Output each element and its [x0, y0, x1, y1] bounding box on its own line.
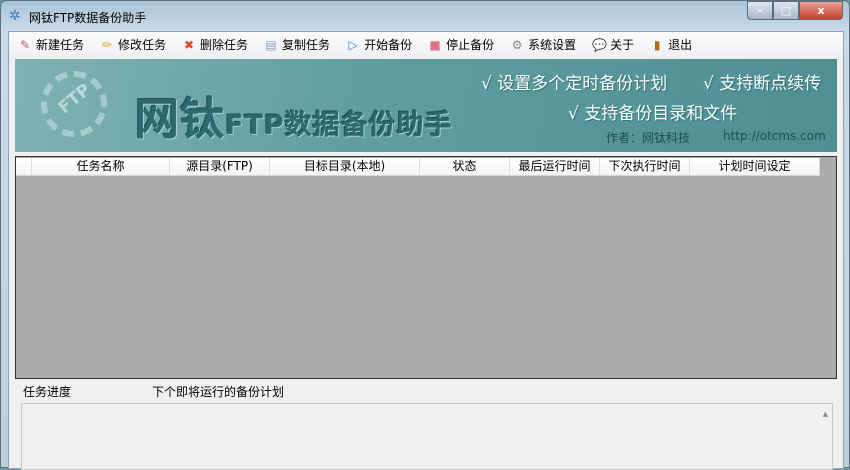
progress-panel: ▲: [21, 403, 833, 470]
toolbar-label: 新建任务: [36, 38, 85, 52]
toolbar-button-7[interactable]: 💬 关于: [592, 36, 634, 53]
toolbar-label: 关于: [610, 38, 635, 52]
banner: FTP 网钛FTP数据备份助手 √ 设置多个定时备份计划 √ 支持断点续传 √ …: [15, 59, 837, 152]
app-window: ✲ 网钛FTP数据备份助手 – □ x ✎ 新建任务 ✏ 修改任务 ✖ 删除任务 ▤ 复制任务…: [0, 0, 850, 470]
title-bar[interactable]: ✲ 网钛FTP数据备份助手 – □ x: [1, 1, 850, 31]
column-header[interactable]: 计划时间设定: [690, 158, 820, 175]
feature-1: √ 设置多个定时备份计划: [481, 74, 668, 94]
close-button[interactable]: x: [799, 1, 843, 20]
app-icon: ✲: [9, 8, 21, 24]
play-icon: ▷: [348, 37, 358, 52]
banner-title-sub: FTP数据备份助手: [225, 110, 453, 141]
banner-title: 网钛FTP数据备份助手: [135, 83, 453, 147]
toolbar-label: 开始备份: [364, 38, 413, 52]
toolbar-button-0[interactable]: ✎ 新建任务: [18, 36, 84, 53]
column-header[interactable]: 下次执行时间: [600, 158, 690, 175]
tab-next-backup-plan[interactable]: 下个即将运行的备份计划: [152, 383, 284, 400]
column-header[interactable]: 目标目录(本地): [270, 158, 420, 175]
column-header[interactable]: 最后运行时间: [510, 158, 600, 175]
website-url[interactable]: http://otcms.com: [723, 129, 826, 143]
door-icon: ▮: [653, 37, 661, 52]
minimize-button[interactable]: –: [747, 1, 773, 20]
toolbar-button-2[interactable]: ✖ 删除任务: [182, 36, 248, 53]
chat-icon: 💬: [592, 37, 608, 52]
toolbar-label: 系统设置: [528, 38, 577, 52]
feature-2: √ 支持断点续传: [703, 74, 822, 94]
column-header[interactable]: 源目录(FTP): [170, 158, 270, 175]
copy-icon: ▤: [265, 37, 277, 52]
gear-icon: ⚙: [511, 37, 523, 52]
pencil-icon: ✏: [101, 37, 113, 52]
column-header[interactable]: 状态: [420, 158, 510, 175]
banner-title-main: 网钛: [135, 94, 225, 145]
toolbar-label: 复制任务: [282, 38, 331, 52]
toolbar-button-1[interactable]: ✏ 修改任务: [100, 36, 166, 53]
ftp-gear-logo: FTP: [41, 71, 107, 137]
task-list-header: 任务名称 源目录(FTP) 目标目录(本地) 状态 最后运行时间 下次执行时间 计划时间设定: [16, 158, 820, 176]
task-list[interactable]: 任务名称 源目录(FTP) 目标目录(本地) 状态 最后运行时间 下次执行时间 计划时间设定: [15, 156, 837, 379]
toolbar-label: 退出: [668, 38, 693, 52]
author: 作者：网钛科技: [606, 131, 691, 145]
maximize-button[interactable]: □: [773, 1, 799, 20]
window-title: 网钛FTP数据备份助手: [29, 11, 147, 25]
stop-icon: ■: [429, 37, 441, 52]
toolbar: ✎ 新建任务 ✏ 修改任务 ✖ 删除任务 ▤ 复制任务 ▷ 开始备份 ■ 停止备份 ⚙ 系统设置 💬 关于 ▮ 退…: [9, 32, 843, 57]
toolbar-label: 删除任务: [200, 38, 249, 52]
toolbar-button-5[interactable]: ■ 停止备份: [428, 36, 494, 53]
client-area: ✎ 新建任务 ✏ 修改任务 ✖ 删除任务 ▤ 复制任务 ▷ 开始备份 ■ 停止备份 ⚙ 系统设置 💬 关于 ▮ 退…: [8, 31, 844, 470]
logo-text: FTP: [54, 79, 95, 119]
toolbar-button-8[interactable]: ▮ 退出: [650, 36, 692, 53]
toolbar-label: 修改任务: [118, 38, 167, 52]
toolbar-label: 停止备份: [446, 38, 495, 52]
scroll-up-arrow-icon[interactable]: ▲: [823, 410, 828, 418]
toolbar-button-3[interactable]: ▤ 复制任务: [264, 36, 330, 53]
column-header[interactable]: 任务名称: [32, 158, 170, 175]
column-header[interactable]: [16, 158, 32, 175]
feature-3: √ 支持备份目录和文件: [568, 104, 738, 124]
new-task-icon: ✎: [19, 37, 31, 52]
toolbar-button-6[interactable]: ⚙ 系统设置: [510, 36, 576, 53]
toolbar-button-4[interactable]: ▷ 开始备份: [346, 36, 412, 53]
tab-task-progress[interactable]: 任务进度: [23, 383, 152, 400]
delete-icon: ✖: [184, 37, 195, 52]
